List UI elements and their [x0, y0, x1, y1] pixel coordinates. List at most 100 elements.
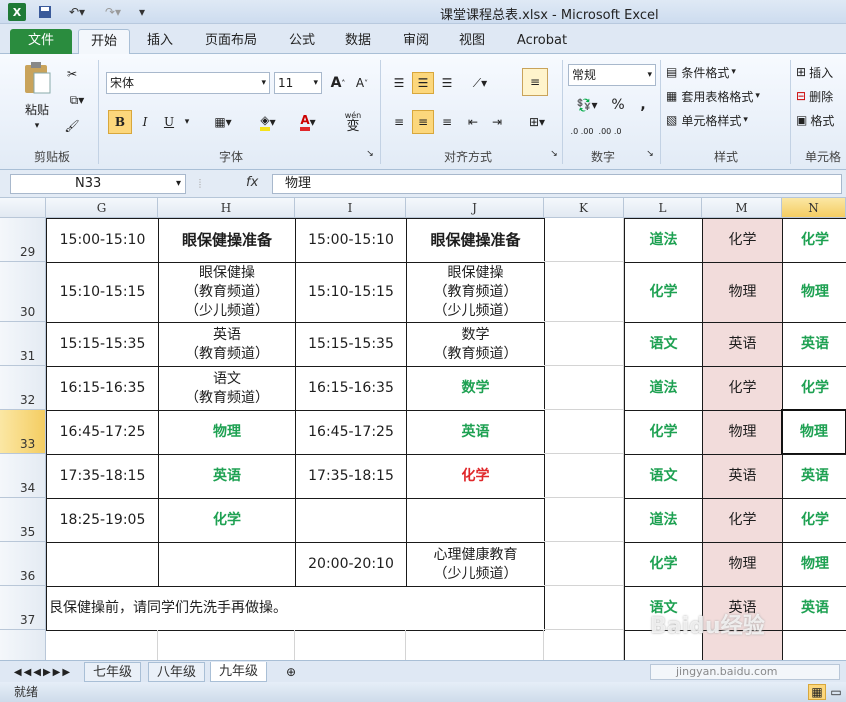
cell-g38[interactable]: [46, 630, 158, 660]
cell-i35[interactable]: [295, 498, 407, 543]
cell-l35[interactable]: 道法: [624, 498, 703, 543]
cell-n30[interactable]: 物理: [782, 262, 846, 323]
cell-j31[interactable]: 数学 （教育频道）: [406, 322, 545, 367]
tab-review[interactable]: 审阅: [396, 29, 436, 54]
cell-j36[interactable]: 心理健康教育 （少儿频道）: [406, 542, 545, 587]
cell-k30[interactable]: [544, 262, 624, 322]
customize-quick-access-icon[interactable]: ▾: [134, 3, 150, 21]
cell-h34[interactable]: 英语: [158, 454, 296, 499]
phonetic-icon[interactable]: wén 变: [336, 106, 370, 136]
row-header[interactable]: 34: [0, 454, 46, 498]
cell-l36[interactable]: 化学: [624, 542, 703, 587]
column-header-i[interactable]: I: [295, 198, 406, 218]
cell-g34[interactable]: 17:35-18:15: [46, 454, 159, 499]
decrease-decimal-button[interactable]: .00 .0: [596, 120, 624, 144]
cell-j34[interactable]: 化学: [406, 454, 545, 499]
cell-m33[interactable]: 物理: [702, 410, 783, 455]
cell-g30[interactable]: 15:10-15:15: [46, 262, 159, 323]
cell-g36[interactable]: [46, 542, 159, 587]
cell-k36[interactable]: [544, 542, 624, 586]
cell-k29[interactable]: [544, 218, 624, 262]
underline-dropdown-icon[interactable]: ▾: [180, 110, 194, 134]
column-header-k[interactable]: K: [544, 198, 624, 218]
merge-center-icon[interactable]: ⊞▾: [518, 110, 556, 134]
name-box[interactable]: N33 ▾: [10, 174, 186, 194]
cell-i36[interactable]: 20:00-20:10: [295, 542, 407, 587]
cell-i31[interactable]: 15:15-15:35: [295, 322, 407, 367]
tab-formulas[interactable]: 公式: [282, 29, 322, 54]
percent-button[interactable]: %: [608, 94, 628, 116]
sheet-tab-grade7[interactable]: 七年级: [84, 662, 142, 682]
cell-g29[interactable]: 15:00-15:10: [46, 218, 159, 263]
number-format-select[interactable]: 常规 ▾: [568, 64, 656, 86]
underline-button[interactable]: U: [158, 110, 180, 134]
delete-cells-button[interactable]: ⊟ 删除: [796, 86, 846, 106]
cell-m30[interactable]: 物理: [702, 262, 783, 323]
align-bottom-icon[interactable]: ☰: [436, 72, 458, 94]
cell-styles-button[interactable]: ▧ 单元格样式 ▾: [666, 110, 776, 130]
cell-l30[interactable]: 化学: [624, 262, 703, 323]
cell-n32[interactable]: 化学: [782, 366, 846, 411]
tab-insert[interactable]: 插入: [140, 29, 180, 54]
orientation-icon[interactable]: ⟋▾: [464, 72, 496, 94]
dialog-launcher-icon[interactable]: ↘: [644, 148, 656, 160]
formula-input[interactable]: 物理: [272, 174, 842, 194]
column-header-h[interactable]: H: [158, 198, 295, 218]
cell-k32[interactable]: [544, 366, 624, 410]
increase-indent-icon[interactable]: ⇥: [486, 110, 508, 134]
cut-icon[interactable]: ✂: [62, 64, 82, 84]
column-header-g[interactable]: G: [46, 198, 158, 218]
bold-button[interactable]: B: [108, 110, 132, 134]
cell-n35[interactable]: 化学: [782, 498, 846, 543]
align-center-icon[interactable]: ≡: [412, 110, 434, 134]
cell-n34[interactable]: 英语: [782, 454, 846, 499]
align-left-icon[interactable]: ≡: [388, 110, 410, 134]
column-header-m[interactable]: M: [702, 198, 782, 218]
format-cells-button[interactable]: ▣ 格式: [796, 110, 846, 130]
tab-acrobat[interactable]: Acrobat: [510, 29, 574, 54]
dialog-launcher-icon[interactable]: ↘: [548, 148, 560, 160]
cell-j35[interactable]: [406, 498, 545, 543]
column-header-l[interactable]: L: [624, 198, 702, 218]
cell-h29[interactable]: 眼保健操准备: [158, 218, 296, 263]
cell-h38[interactable]: [158, 630, 295, 660]
row-header[interactable]: 36: [0, 542, 46, 586]
align-middle-icon[interactable]: ☰: [412, 72, 434, 94]
cell-i30[interactable]: 15:10-15:15: [295, 262, 407, 323]
sheet-tab-grade8[interactable]: 八年级: [148, 662, 206, 682]
row-header[interactable]: [0, 630, 46, 660]
tab-data[interactable]: 数据: [338, 29, 378, 54]
cell-g32[interactable]: 16:15-16:35: [46, 366, 159, 411]
cell-k31[interactable]: [544, 322, 624, 366]
row-header[interactable]: 32: [0, 366, 46, 410]
cell-m34[interactable]: 英语: [702, 454, 783, 499]
shrink-font-icon[interactable]: A ˅: [352, 72, 372, 94]
cell-h36[interactable]: [158, 542, 296, 587]
row-header[interactable]: 31: [0, 322, 46, 366]
select-all-corner[interactable]: [0, 198, 46, 218]
cell-n36[interactable]: 物理: [782, 542, 846, 587]
comma-button[interactable]: ,: [634, 94, 652, 116]
redo-icon[interactable]: ↷▾: [98, 3, 128, 21]
cell-l33[interactable]: 化学: [624, 410, 703, 455]
font-size-select[interactable]: 11 ▾: [274, 72, 322, 94]
cell-m35[interactable]: 化学: [702, 498, 783, 543]
cell-i38[interactable]: [295, 630, 406, 660]
increase-decimal-button[interactable]: .0 .00: [568, 120, 596, 144]
cell-h30[interactable]: 眼保健操 （教育频道） （少儿频道）: [158, 262, 296, 323]
cell-k38[interactable]: [544, 630, 624, 660]
new-sheet-icon[interactable]: ⊕: [280, 663, 302, 681]
row-header[interactable]: 30: [0, 262, 46, 322]
cell-n31[interactable]: 英语: [782, 322, 846, 367]
cell-j30[interactable]: 眼保健操 （教育频道） （少儿频道）: [406, 262, 545, 323]
cell-j33[interactable]: 英语: [406, 410, 545, 455]
cell-n33-selected[interactable]: 物理: [781, 409, 846, 455]
page-layout-view-icon[interactable]: ▭: [828, 684, 844, 700]
fill-color-icon[interactable]: ◈ ▾: [250, 110, 286, 134]
cell-n29[interactable]: 化学: [782, 218, 846, 263]
row-header[interactable]: 35: [0, 498, 46, 542]
cell-h32[interactable]: 语文 （教育频道）: [158, 366, 296, 411]
cell-l32[interactable]: 道法: [624, 366, 703, 411]
undo-icon[interactable]: ↶▾: [62, 3, 92, 21]
conditional-format-button[interactable]: ▤ 条件格式 ▾: [666, 62, 766, 82]
